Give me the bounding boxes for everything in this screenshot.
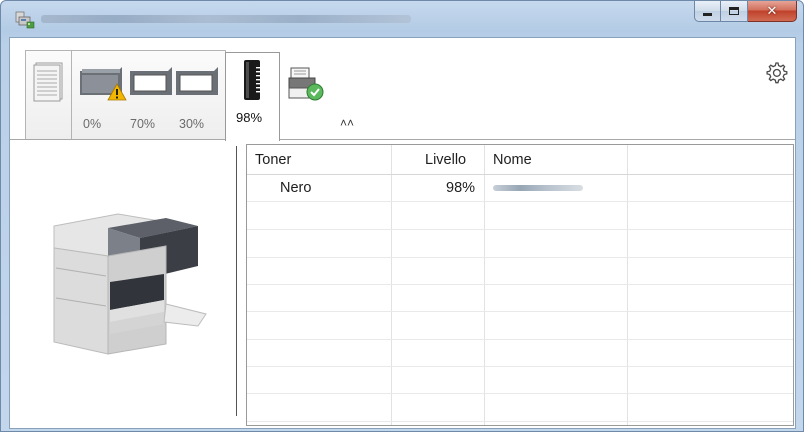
printer-network-icon xyxy=(15,11,35,29)
chevron-up-icon[interactable]: ˄˄ xyxy=(340,116,354,130)
table-row xyxy=(247,203,793,230)
pane-divider[interactable] xyxy=(236,146,237,416)
mfp-printer-image xyxy=(53,213,207,355)
table-row xyxy=(247,231,793,258)
paper-tray-icon xyxy=(80,67,218,95)
toner-level-cell: 98% xyxy=(446,180,476,196)
table-row xyxy=(247,258,793,285)
gear-icon[interactable] xyxy=(763,60,789,86)
header-livello[interactable]: Livello xyxy=(425,152,466,168)
tray-1-level: 0% xyxy=(83,117,102,131)
window-title-redacted xyxy=(41,15,411,23)
tray-2-level: 70% xyxy=(130,117,156,131)
maximize-icon xyxy=(729,7,739,15)
maximize-button[interactable] xyxy=(721,1,748,22)
minimize-icon xyxy=(703,12,712,16)
printer-illustration-pane xyxy=(10,144,236,426)
client-area: 0% 70% 30% 98% ˄˄ Toner Livello Nome Ner… xyxy=(9,37,796,429)
table-row xyxy=(247,285,793,312)
window-frame: ✕ 0% 70% 30% 98% ˄˄ Toner Livello Nome N… xyxy=(0,0,804,432)
toner-level: 98% xyxy=(236,110,263,125)
minimize-button[interactable] xyxy=(694,1,721,22)
toner-name-redacted xyxy=(493,185,583,191)
tab-paper-trays[interactable]: 0% 70% 30% xyxy=(71,50,226,140)
close-icon: ✕ xyxy=(766,3,778,19)
tab-toner[interactable]: 98% xyxy=(225,52,280,141)
toner-color-cell: Nero xyxy=(280,180,312,196)
pages-stack-icon xyxy=(33,62,63,102)
table-row xyxy=(247,395,793,422)
status-toolbar: 0% 70% 30% 98% ˄˄ xyxy=(10,38,795,141)
table-header: Toner Livello Nome xyxy=(247,145,793,175)
header-toner[interactable]: Toner xyxy=(255,152,291,168)
close-button[interactable]: ✕ xyxy=(748,1,797,22)
toolbar-divider xyxy=(10,139,795,140)
window-controls: ✕ xyxy=(694,1,797,22)
toner-table: Toner Livello Nome Nero 98% xyxy=(246,144,794,426)
tab-pages[interactable] xyxy=(25,50,72,140)
table-row xyxy=(247,313,793,340)
tray-3-level: 30% xyxy=(179,117,205,131)
table-row xyxy=(247,367,793,394)
toner-cartridge-icon xyxy=(244,60,261,100)
header-nome[interactable]: Nome xyxy=(493,152,532,168)
warning-triangle-icon xyxy=(107,83,127,101)
title-bar[interactable]: ✕ xyxy=(1,1,803,37)
printer-status-ok-icon xyxy=(288,67,324,101)
table-row xyxy=(247,340,793,367)
tab-device-status[interactable] xyxy=(279,50,327,140)
table-row[interactable]: Nero 98% xyxy=(247,175,793,202)
